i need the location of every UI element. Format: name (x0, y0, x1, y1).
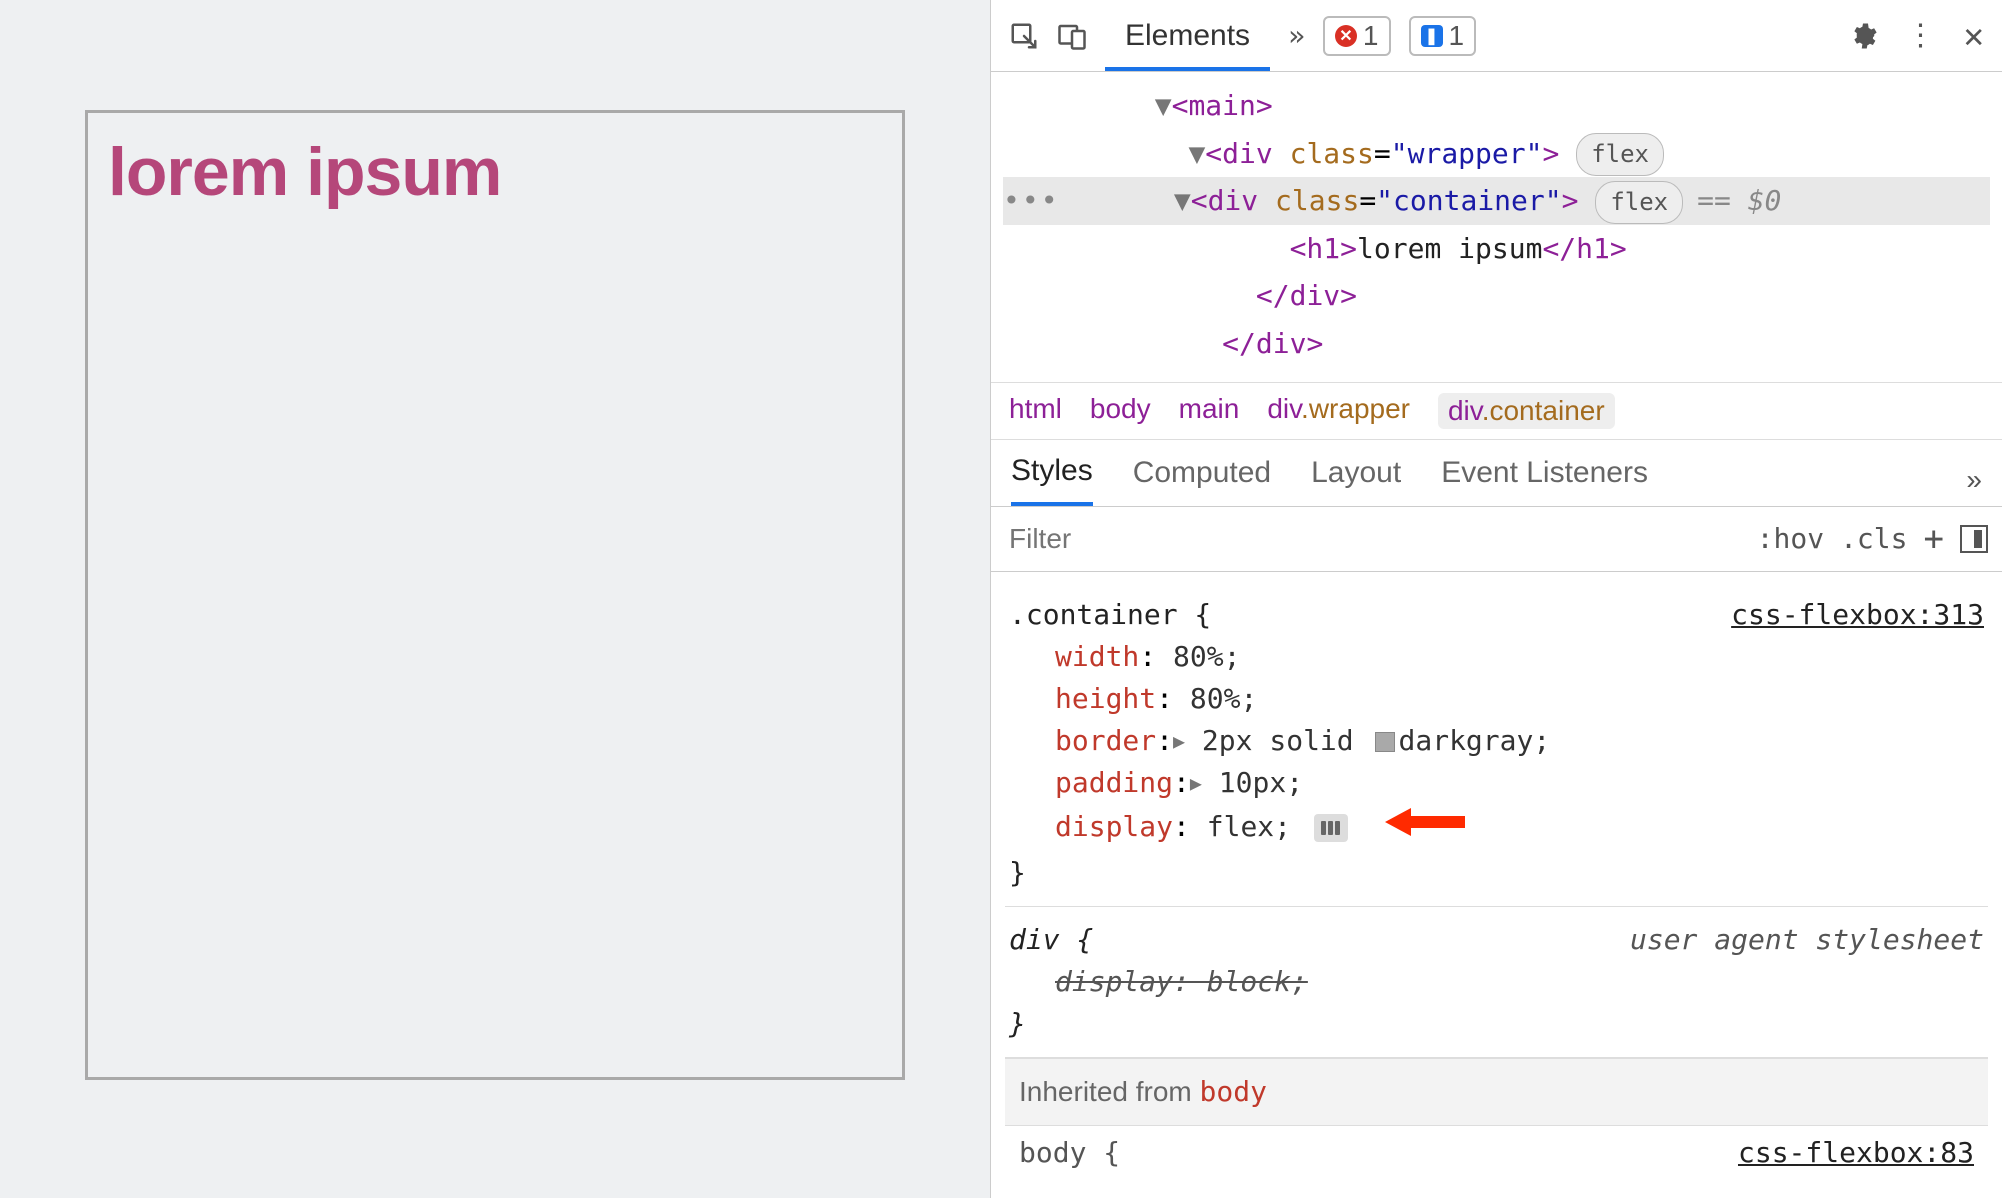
dom-node-wrapper[interactable]: ▼<div class="wrapper"> flex (1003, 130, 1990, 178)
rule-selector[interactable]: body { (1019, 1132, 1120, 1174)
decl-height[interactable]: height: 80%; (1009, 678, 1984, 720)
decl-border[interactable]: border: ▶ 2px solid darkgray; (1009, 720, 1984, 762)
decl-display[interactable]: display: flex; (1009, 804, 1984, 852)
hov-toggle[interactable]: :hov (1757, 522, 1824, 555)
tab-event-listeners[interactable]: Event Listeners (1441, 456, 1648, 504)
css-rule-body-peek[interactable]: body { css-flexbox:83 (1005, 1126, 1988, 1180)
decl-width[interactable]: width: 80%; (1009, 636, 1984, 678)
rule-close-brace: } (1009, 852, 1984, 894)
crumb-wrapper[interactable]: div.wrapper (1267, 393, 1410, 429)
styles-subtabs: Styles Computed Layout Event Listeners » (991, 440, 2002, 507)
issues-count: 1 (1449, 20, 1465, 52)
inherited-element[interactable]: body (1200, 1075, 1267, 1108)
rendered-page: lorem ipsum (0, 0, 990, 1198)
dom-node-main[interactable]: ▼<main> (1003, 82, 1990, 130)
flex-badge[interactable]: flex (1576, 133, 1664, 176)
css-rule-div-ua[interactable]: user agent stylesheet div { display: blo… (1005, 907, 1988, 1058)
demo-container: lorem ipsum (85, 110, 905, 1080)
flexbox-editor-icon[interactable] (1314, 814, 1348, 842)
dom-breadcrumbs: html body main div.wrapper div.container (991, 382, 2002, 440)
styles-panel: css-flexbox:313 .container { width: 80%;… (991, 572, 2002, 1198)
inherited-from-header: Inherited from body (1005, 1058, 1988, 1126)
close-icon[interactable]: ✕ (1964, 16, 1984, 56)
device-toggle-icon[interactable] (1057, 21, 1087, 51)
dom-node-container[interactable]: ••• ▼<div class="container"> flex== $0 (1003, 177, 1990, 225)
crumb-html[interactable]: html (1009, 393, 1062, 429)
crumb-main[interactable]: main (1179, 393, 1240, 429)
issue-icon: ❚ (1421, 25, 1443, 47)
color-swatch[interactable] (1375, 732, 1395, 752)
rule-source-ua: user agent stylesheet (1630, 919, 1984, 961)
devtools-panel: Elements » ✕ 1 ❚ 1 ⋮ ✕ ▼<main> (990, 0, 2002, 1198)
new-style-rule-button[interactable]: + (1924, 522, 1944, 556)
inspect-icon[interactable] (1009, 21, 1039, 51)
more-tabs-icon[interactable]: » (1288, 19, 1305, 52)
kebab-menu-icon[interactable]: ⋮ (1906, 18, 1936, 53)
css-rule-container[interactable]: css-flexbox:313 .container { width: 80%;… (1005, 582, 1988, 907)
cls-toggle[interactable]: .cls (1840, 522, 1907, 555)
tab-computed[interactable]: Computed (1133, 456, 1271, 504)
error-icon: ✕ (1335, 25, 1357, 47)
dom-tree[interactable]: ▼<main> ▼<div class="wrapper"> flex ••• … (991, 72, 2002, 382)
line-actions-icon[interactable]: ••• (1003, 177, 1039, 225)
errors-count: 1 (1363, 20, 1379, 52)
demo-heading: lorem ipsum (108, 133, 882, 211)
annotation-arrow-icon (1385, 804, 1465, 852)
expand-shorthand-icon[interactable]: ▶ (1190, 768, 1202, 798)
expand-shorthand-icon[interactable]: ▶ (1173, 726, 1185, 756)
rule-close-brace: } (1009, 1003, 1984, 1045)
more-subtabs-icon[interactable]: » (1966, 464, 1982, 496)
devtools-toolbar: Elements » ✕ 1 ❚ 1 ⋮ ✕ (991, 0, 2002, 72)
rule-source-link[interactable]: css-flexbox:83 (1738, 1132, 1974, 1174)
dom-close-container[interactable]: </div> (1003, 272, 1990, 320)
styles-filter-input[interactable] (991, 507, 1757, 571)
decl-display-overridden[interactable]: display: block; (1009, 961, 1984, 1003)
selected-indicator: == $0 (1697, 184, 1781, 217)
dom-node-h1[interactable]: <h1>lorem ipsum</h1> (1003, 225, 1990, 273)
settings-icon[interactable] (1848, 21, 1878, 51)
decl-padding[interactable]: padding: ▶ 10px; (1009, 762, 1984, 804)
crumb-body[interactable]: body (1090, 393, 1151, 429)
styles-filter-row: :hov .cls + (991, 507, 2002, 572)
issues-badge[interactable]: ❚ 1 (1409, 16, 1477, 56)
inherited-label: Inherited from (1019, 1076, 1200, 1107)
crumb-container[interactable]: div.container (1438, 393, 1615, 429)
toggle-computed-sidebar-icon[interactable] (1960, 525, 1988, 553)
dom-close-wrapper[interactable]: </div> (1003, 320, 1990, 368)
tab-elements[interactable]: Elements (1105, 1, 1270, 71)
tab-styles[interactable]: Styles (1011, 454, 1093, 506)
errors-badge[interactable]: ✕ 1 (1323, 16, 1391, 56)
rule-source-link[interactable]: css-flexbox:313 (1731, 594, 1984, 636)
tab-layout[interactable]: Layout (1311, 456, 1401, 504)
flex-badge[interactable]: flex (1595, 181, 1683, 224)
